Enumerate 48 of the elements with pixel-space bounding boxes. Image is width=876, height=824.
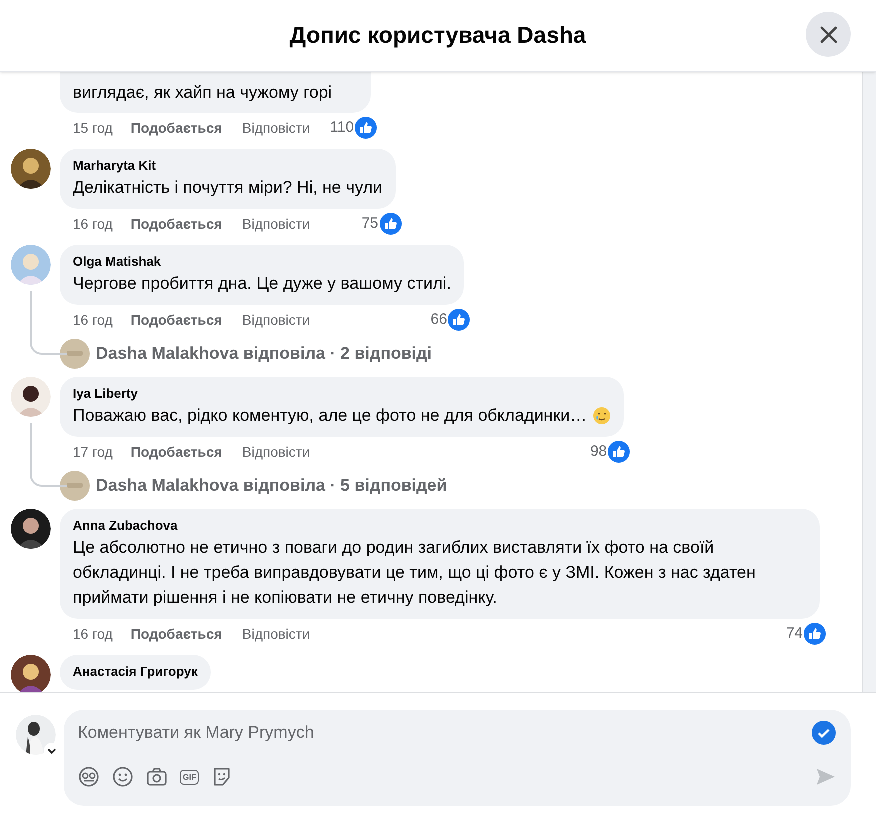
replies-link[interactable]: Dasha Malakhova відповіла · 2 відповіді (96, 341, 432, 367)
like-link[interactable]: Подобається (130, 310, 222, 330)
comment-text: виглядає, як хайп на чужому горі (73, 82, 332, 104)
like-count: 98 (590, 442, 608, 462)
like-count: 66 (430, 310, 448, 330)
author-name[interactable]: Iya Liberty (73, 385, 612, 403)
comment-text: Делікатність і почуття міри? Ні, не чули (73, 177, 383, 199)
timestamp[interactable]: 16 год (73, 214, 113, 234)
author-name[interactable]: Marharyta Kit (73, 157, 383, 175)
dialog-title: Допис користувача Dasha (290, 21, 586, 50)
reply-link[interactable]: Відповісти (242, 624, 310, 644)
smiley-icon[interactable] (112, 766, 134, 788)
author-name[interactable]: Olga Matishak (73, 253, 452, 271)
reply-link[interactable]: Відповісти (242, 214, 310, 234)
comment-field[interactable]: Коментувати як Mary Prymych GIF (64, 710, 851, 806)
timestamp[interactable]: 16 год (73, 624, 113, 644)
like-icon[interactable] (608, 441, 630, 463)
close-icon (818, 24, 838, 44)
like-count: 74 (786, 624, 803, 644)
like-link[interactable]: Подобається (130, 214, 222, 234)
comment-text: Це абсолютно не етично з поваги до родин загиблих виставляти їх фото на своїй обкладинці. І не треба виправдовувати це тим, що ці фото є у ЗМІ. Кожен з нас здатен приймати рішення і не копіювати не етичну поведінку. (73, 537, 757, 609)
timestamp[interactable]: 16 год (73, 310, 113, 330)
timestamp[interactable]: 17 год (73, 442, 113, 462)
like-count: 110 (330, 118, 354, 138)
author-name[interactable]: Anna Zubachova (73, 517, 807, 535)
gif-button[interactable]: GIF (180, 770, 200, 784)
reply-link[interactable]: Відповісти (242, 118, 310, 138)
close-button[interactable] (806, 12, 851, 57)
like-icon[interactable] (804, 623, 826, 645)
timestamp[interactable]: 15 год (73, 118, 113, 138)
check-icon[interactable] (811, 720, 837, 746)
author-name[interactable]: Анастасія Григорук (73, 663, 198, 681)
comment-input[interactable]: Коментувати як Mary Prymych (78, 720, 678, 746)
reply-link[interactable]: Відповісти (242, 310, 310, 330)
like-link[interactable]: Подобається (130, 624, 222, 644)
scrollbar[interactable] (862, 72, 876, 692)
comment-text: Чергове пробиття дна. Це дуже у вашому стилі. (73, 273, 452, 295)
comment-text: Поважаю вас, рідко коментую, але це фото не для обкладинки… (73, 405, 588, 427)
camera-icon[interactable] (146, 766, 168, 788)
like-link[interactable]: Подобається (130, 118, 222, 138)
replies-link[interactable]: Dasha Malakhova відповіла · 5 відповідей (96, 473, 448, 499)
like-icon[interactable] (448, 309, 470, 331)
like-link[interactable]: Подобається (130, 442, 222, 462)
reply-link[interactable]: Відповісти (242, 442, 310, 462)
avatar-icon[interactable] (78, 766, 100, 788)
like-icon[interactable] (355, 117, 378, 139)
like-count: 75 (362, 214, 379, 234)
like-icon[interactable] (380, 213, 402, 235)
